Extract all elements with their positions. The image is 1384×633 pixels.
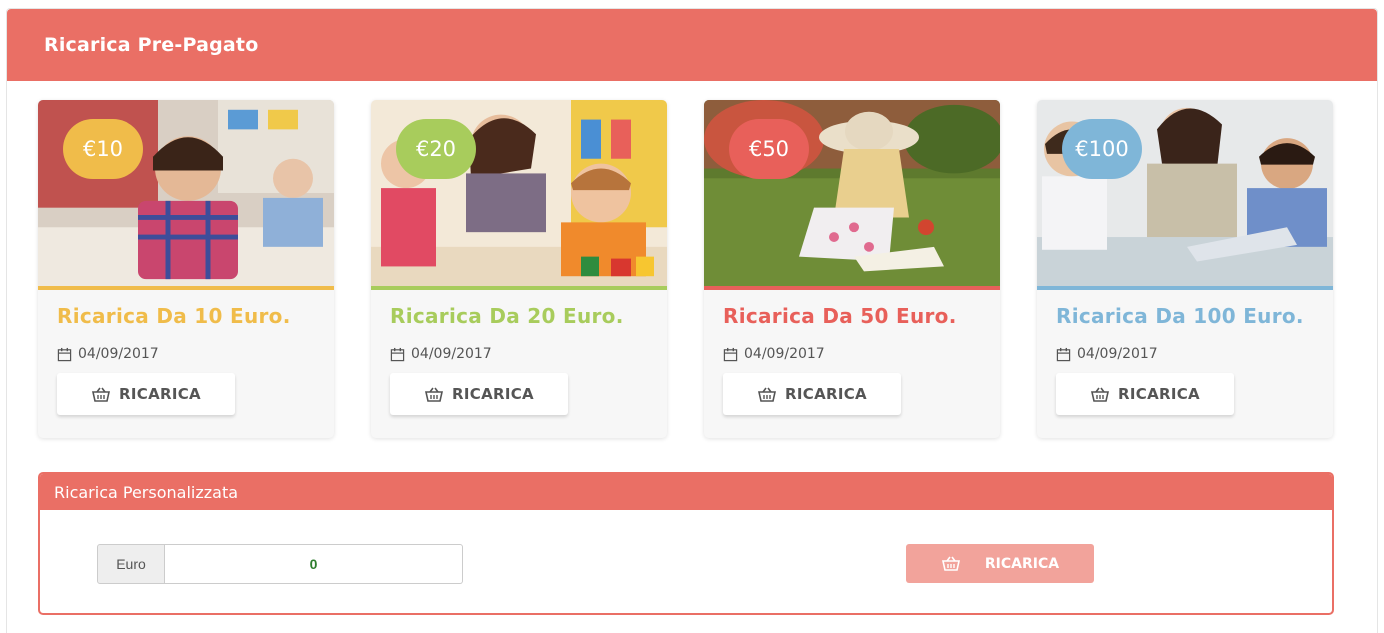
- card-title: Ricarica Da 50 Euro.: [723, 304, 957, 328]
- recharge-card-10: €10 Ricarica Da 10 Euro. 04/09/2017 RICA…: [38, 100, 334, 438]
- basket-icon: [92, 387, 111, 402]
- card-title: Ricarica Da 20 Euro.: [390, 304, 624, 328]
- recharge-card-100: €100 Ricarica Da 100 Euro. 04/09/2017 RI…: [1037, 100, 1333, 438]
- basket-icon: [758, 387, 777, 402]
- custom-recharge-panel: Ricarica Personalizzata Euro RICARICA: [38, 472, 1334, 615]
- amount-input[interactable]: [165, 544, 463, 584]
- card-title: Ricarica Da 10 Euro.: [57, 304, 291, 328]
- currency-addon: Euro: [97, 544, 165, 584]
- custom-recharge-title: Ricarica Personalizzata: [54, 482, 239, 502]
- card-date: 04/09/2017: [723, 346, 1000, 362]
- recharge-button-100[interactable]: RICARICA: [1056, 373, 1234, 415]
- card-date: 04/09/2017: [57, 346, 334, 362]
- basket-icon: [1091, 387, 1110, 402]
- price-badge: €20: [396, 119, 476, 179]
- card-title: Ricarica Da 100 Euro.: [1056, 304, 1304, 328]
- card-image: €100: [1037, 100, 1333, 290]
- recharge-button-label: RICARICA: [452, 385, 534, 403]
- calendar-icon: [57, 347, 72, 361]
- recharge-button-label: RICARICA: [1118, 385, 1200, 403]
- calendar-icon: [390, 347, 405, 361]
- card-date: 04/09/2017: [390, 346, 667, 362]
- card-date-text: 04/09/2017: [744, 346, 825, 362]
- recharge-cards: €10 Ricarica Da 10 Euro. 04/09/2017 RICA…: [38, 100, 1333, 438]
- basket-icon: [425, 387, 444, 402]
- recharge-card-50: €50 Ricarica Da 50 Euro. 04/09/2017 RICA…: [704, 100, 1000, 438]
- card-date-text: 04/09/2017: [411, 346, 492, 362]
- recharge-button-label: RICARICA: [119, 385, 201, 403]
- price-badge: €10: [63, 119, 143, 179]
- calendar-icon: [723, 347, 738, 361]
- custom-recharge-header: Ricarica Personalizzata: [40, 474, 1332, 510]
- card-image: €20: [371, 100, 667, 290]
- card-image: €50: [704, 100, 1000, 290]
- custom-recharge-button[interactable]: RICARICA: [906, 544, 1094, 583]
- amount-input-group: Euro: [97, 544, 463, 584]
- card-date: 04/09/2017: [1056, 346, 1333, 362]
- price-badge: €100: [1062, 119, 1142, 179]
- recharge-button-50[interactable]: RICARICA: [723, 373, 901, 415]
- card-date-text: 04/09/2017: [78, 346, 159, 362]
- panel-header: Ricarica Pre-Pagato: [7, 9, 1377, 81]
- calendar-icon: [1056, 347, 1071, 361]
- recharge-button-10[interactable]: RICARICA: [57, 373, 235, 415]
- custom-recharge-button-label: RICARICA: [984, 555, 1060, 572]
- recharge-card-20: €20 Ricarica Da 20 Euro. 04/09/2017 RICA…: [371, 100, 667, 438]
- price-badge: €50: [729, 119, 809, 179]
- recharge-button-label: RICARICA: [785, 385, 867, 403]
- card-date-text: 04/09/2017: [1077, 346, 1158, 362]
- recharge-button-20[interactable]: RICARICA: [390, 373, 568, 415]
- basket-icon: [941, 556, 960, 571]
- panel-title: Ricarica Pre-Pagato: [44, 34, 259, 56]
- card-image: €10: [38, 100, 334, 290]
